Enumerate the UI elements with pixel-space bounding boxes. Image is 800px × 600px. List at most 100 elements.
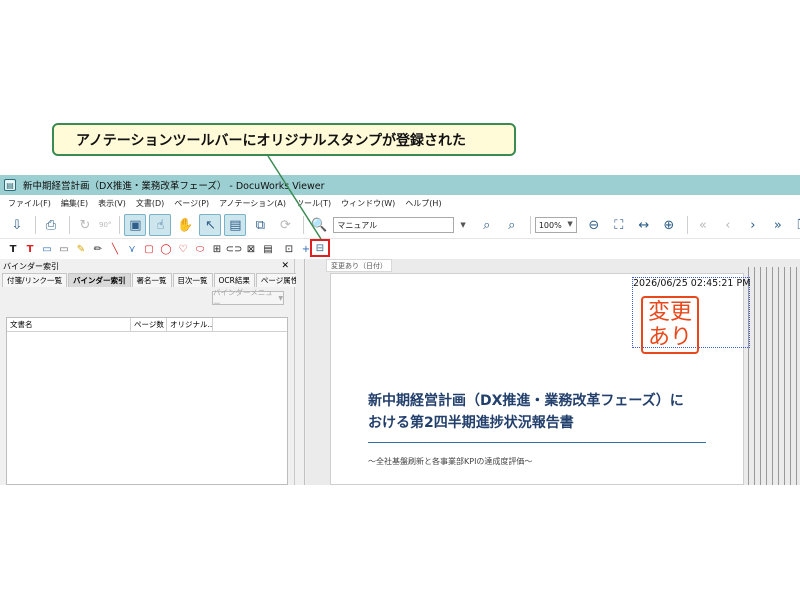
menu-edit[interactable]: 編集(E) [61, 198, 88, 209]
tab-toc[interactable]: 目次一覧 [172, 273, 213, 287]
menu-view[interactable]: 表示(V) [98, 198, 126, 209]
next-page-icon[interactable]: › [742, 214, 764, 236]
search-icon[interactable]: 🔍 [308, 214, 330, 236]
list-header: 文書名 ページ数 オリジナル... [7, 318, 287, 332]
tab-signatures[interactable]: 署名一覧 [131, 273, 172, 287]
main-content: バインダー索引 ✕ 付箋/リンク一覧 バインダー索引 署名一覧 目次一覧 OCR… [0, 259, 800, 485]
menu-help[interactable]: ヘルプ(H) [405, 198, 441, 209]
column-header-pages[interactable]: ページ数 [131, 318, 167, 331]
import-icon[interactable]: ⇩ [6, 214, 28, 236]
document-page[interactable]: 2026/06/25 02:45:21 PM 変更 あり 新中期経営計画（DX推… [330, 273, 750, 485]
zoom-select[interactable]: 100% ▼ [534, 217, 577, 233]
prev-page-icon[interactable]: ‹ [717, 214, 739, 236]
text-annotation-icon[interactable]: T [5, 241, 21, 257]
tag-icon[interactable]: ▭ [56, 241, 72, 257]
tab-ocr[interactable]: OCR結果 [213, 273, 255, 287]
last-page-icon[interactable]: » [767, 214, 789, 236]
title-rule [368, 442, 706, 443]
page-stack-line [790, 267, 791, 485]
fit-width-icon[interactable]: ↔ [633, 214, 655, 236]
toolbar-separator [69, 216, 70, 234]
page-stack-line [760, 267, 761, 485]
line-icon[interactable]: ╲ [107, 241, 123, 257]
callout-text: アノテーションツールバーにオリジナルスタンプが登録された [76, 132, 467, 149]
toolbar-separator [686, 216, 688, 234]
document-list[interactable]: 文書名 ページ数 オリジナル... [6, 317, 288, 485]
link-icon[interactable]: ⊂⊃ [226, 241, 243, 257]
original-stamp-icon: ⊟ [315, 242, 325, 254]
menu-document[interactable]: 文書(D) [136, 198, 164, 209]
stamp-tooltip: 変更あり（日付） [326, 259, 392, 272]
panel-title: バインダー索引 [3, 261, 59, 271]
original-stamp-tool[interactable]: ⊟ [310, 239, 330, 257]
find-next-icon[interactable]: ⌕ [501, 214, 523, 236]
toolbar-separator [529, 216, 531, 234]
fit-page-icon[interactable]: ⛶ [608, 214, 630, 236]
menu-annotation[interactable]: アノテーション(A) [219, 198, 286, 209]
window-title: 新中期経営計画（DX推進・業務改革フェーズ） - DocuWorks Viewe… [23, 181, 325, 192]
search-value: マニュアル [337, 220, 378, 230]
red-text-annotation-icon[interactable]: T [22, 241, 38, 257]
page-stack-line [766, 267, 767, 485]
change-stamp[interactable]: 変更 あり [641, 296, 699, 354]
tab-sticky-links[interactable]: 付箋/リンク一覧 [2, 273, 68, 287]
print-icon[interactable]: ⎙ [40, 214, 62, 236]
hand-tool-icon[interactable]: ☝ [149, 214, 172, 236]
app-icon: ▤ [4, 179, 16, 191]
binder-index-panel: バインダー索引 ✕ 付箋/リンク一覧 バインダー索引 署名一覧 目次一覧 OCR… [0, 259, 304, 485]
stamp-icon[interactable]: ▤ [260, 241, 276, 257]
column-header-name[interactable]: 文書名 [7, 318, 131, 331]
search-dropdown-icon[interactable]: ▼ [460, 221, 465, 229]
menu-bar: ファイル(F) 編集(E) 表示(V) 文書(D) ページ(P) アノテーション… [0, 195, 800, 212]
document-title-line1: 新中期経営計画（DX推進・業務改革フェーズ）に [368, 393, 684, 409]
panel-header: バインダー索引 ✕ [0, 259, 294, 273]
menu-window[interactable]: ウィンドウ(W) [341, 198, 395, 209]
pen-icon[interactable]: ✏ [90, 241, 106, 257]
binder-menu-button[interactable]: バインダーメニュー ▼ [212, 288, 284, 308]
image-annotation-icon[interactable]: ⊞ [209, 241, 225, 257]
zoom-in-icon[interactable]: ⊕ [658, 214, 680, 236]
first-page-icon[interactable]: « [692, 214, 714, 236]
toolbar-separator [35, 216, 36, 234]
panel-tabs: 付箋/リンク一覧 バインダー索引 署名一覧 目次一覧 OCR結果 ページ属性 [2, 273, 304, 287]
page-stack-line [778, 267, 779, 485]
binder-menu-label: バインダーメニュー [213, 288, 273, 308]
page-view-icon[interactable]: ▣ [124, 214, 147, 236]
copy-icon[interactable]: ❐ [792, 214, 800, 236]
insert-page-icon[interactable]: ⊡ [281, 241, 297, 257]
cloud-icon[interactable]: ♡ [175, 241, 191, 257]
zoom-out-icon[interactable]: ⊖ [583, 214, 605, 236]
title-bar: ▤ 新中期経営計画（DX推進・業務改革フェーズ） - DocuWorks Vie… [0, 175, 800, 195]
toolbar-separator [119, 216, 121, 234]
column-header-original[interactable]: オリジナル... [167, 318, 213, 331]
rotate-icon[interactable]: ↻ [74, 214, 96, 236]
screenshot-stage: アノテーションツールバーにオリジナルスタンプが登録された ▤ 新中期経営計画（D… [0, 0, 800, 600]
ellipse-icon[interactable]: ◯ [158, 241, 174, 257]
standard-toolbar: ⇩ ⎙ ↻ 90° ▣ ☝ ✋ ↖ ▤ ⧉ ⟳ 🔍 マニュアル ▼ ⌕ ⌕ 10… [0, 212, 800, 239]
menu-file[interactable]: ファイル(F) [8, 198, 51, 209]
pan-icon[interactable]: ✋ [174, 214, 196, 236]
chevron-down-icon: ▼ [278, 294, 283, 302]
page-stack-line [754, 267, 755, 485]
page-stack-line [772, 267, 773, 485]
find-prev-icon[interactable]: ⌕ [476, 214, 498, 236]
tab-binder-index[interactable]: バインダー索引 [68, 273, 131, 287]
annotation-mode-icon[interactable]: ▤ [224, 214, 247, 236]
rotate-page-icon[interactable]: ⟳ [274, 214, 296, 236]
search-input[interactable]: マニュアル [333, 217, 455, 233]
toolbar-separator [303, 216, 305, 234]
select-arrow-icon[interactable]: ↖ [199, 214, 222, 236]
rectangle-icon[interactable]: ▢ [141, 241, 157, 257]
marker-icon[interactable]: ✎ [73, 241, 89, 257]
annotation-toolbar: T T ▭ ▭ ✎ ✏ ╲ ⋎ ▢ ◯ ♡ ⬭ ⊞ ⊂⊃ ⊠ ▤ ⊡ + ⊟ [0, 239, 800, 259]
export-icon[interactable]: ⧉ [249, 214, 271, 236]
menu-page[interactable]: ページ(P) [174, 198, 209, 209]
panel-splitter[interactable] [296, 259, 305, 485]
shape-icon[interactable]: ⬭ [192, 241, 208, 257]
date-stamp-icon[interactable]: ⊠ [243, 241, 259, 257]
menu-tools[interactable]: ツール(T) [296, 198, 331, 209]
app-window: ▤ 新中期経営計画（DX推進・業務改革フェーズ） - DocuWorks Vie… [0, 175, 800, 485]
polyline-icon[interactable]: ⋎ [124, 241, 140, 257]
close-icon[interactable]: ✕ [281, 261, 289, 271]
sticky-note-icon[interactable]: ▭ [39, 241, 55, 257]
